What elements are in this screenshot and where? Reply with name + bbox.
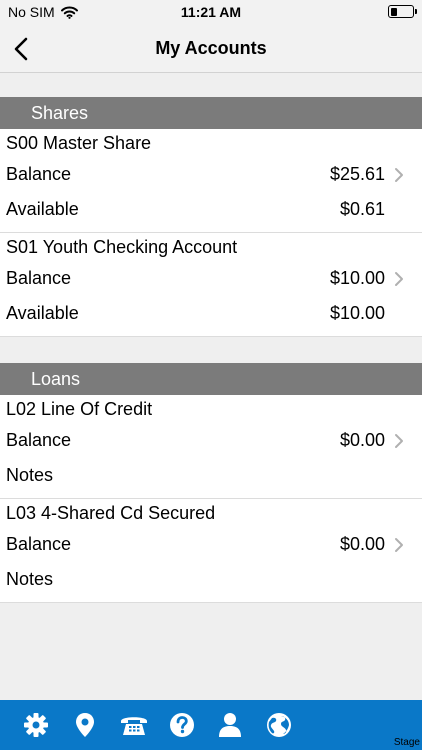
notes-label: Notes xyxy=(6,568,54,589)
tab-website[interactable] xyxy=(265,711,293,739)
account-row[interactable]: S00 Master Share Balance $25.61 Availabl… xyxy=(0,129,422,233)
globe-icon xyxy=(267,713,291,737)
balance-label: Balance xyxy=(6,533,72,554)
section-header-loans: Loans xyxy=(0,363,422,395)
available-label: Available xyxy=(6,302,79,323)
balance-row: Balance $10.00 xyxy=(6,266,385,290)
notes-row: Notes xyxy=(6,463,385,487)
balance-label: Balance xyxy=(6,429,72,450)
account-row[interactable]: L02 Line Of Credit Balance $0.00 Notes xyxy=(0,395,422,499)
balance-label: Balance xyxy=(6,163,72,184)
available-row: Available $10.00 xyxy=(6,301,385,325)
tab-profile[interactable] xyxy=(216,711,244,739)
balance-value: $25.61 xyxy=(329,163,385,184)
balance-value: $0.00 xyxy=(339,429,385,450)
account-name: S00 Master Share xyxy=(6,133,152,153)
notes-row: Notes xyxy=(6,567,385,591)
account-name: L03 4-Shared Cd Secured xyxy=(6,503,216,523)
account-name: S01 Youth Checking Account xyxy=(6,237,238,257)
location-pin-icon xyxy=(76,713,94,737)
balance-row: Balance $25.61 xyxy=(6,162,385,186)
balance-value: $10.00 xyxy=(329,267,385,288)
page-title: My Accounts xyxy=(155,38,267,58)
account-name: L02 Line Of Credit xyxy=(6,399,153,419)
section-header-shares: Shares xyxy=(0,97,422,129)
notes-label: Notes xyxy=(6,464,54,485)
chevron-right-icon xyxy=(395,538,403,552)
account-row[interactable]: S01 Youth Checking Account Balance $10.0… xyxy=(0,233,422,337)
tab-locations[interactable] xyxy=(71,711,99,739)
tab-settings[interactable] xyxy=(22,711,50,739)
stage-label: Stage xyxy=(393,737,420,748)
balance-row: Balance $0.00 xyxy=(6,428,385,452)
available-value: $10.00 xyxy=(329,302,385,323)
available-value: $0.61 xyxy=(339,198,385,219)
help-icon xyxy=(170,713,194,737)
chevron-right-icon xyxy=(395,168,403,182)
person-icon xyxy=(219,713,241,737)
balance-label: Balance xyxy=(6,267,72,288)
available-label: Available xyxy=(6,198,79,219)
balance-value: $0.00 xyxy=(339,533,385,554)
top-spacer xyxy=(0,74,422,97)
status-bar: No SIM 11:21 AM xyxy=(0,0,422,26)
phone-icon xyxy=(121,717,147,735)
tab-help[interactable] xyxy=(168,711,196,739)
tab-contact[interactable] xyxy=(118,711,150,739)
navigation-bar: My Accounts xyxy=(0,26,422,73)
chevron-right-icon xyxy=(395,434,403,448)
clock: 11:21 AM xyxy=(180,4,242,20)
battery-icon xyxy=(388,5,417,18)
battery-fill xyxy=(390,7,397,16)
tab-bar: Stage xyxy=(0,700,422,750)
gear-icon xyxy=(24,713,48,737)
balance-row: Balance $0.00 xyxy=(6,532,385,556)
chevron-right-icon xyxy=(395,272,403,286)
account-row[interactable]: L03 4-Shared Cd Secured Balance $0.00 No… xyxy=(0,499,422,603)
available-row: Available $0.61 xyxy=(6,197,385,221)
accounts-list: Shares S00 Master Share Balance $25.61 A… xyxy=(0,74,422,603)
